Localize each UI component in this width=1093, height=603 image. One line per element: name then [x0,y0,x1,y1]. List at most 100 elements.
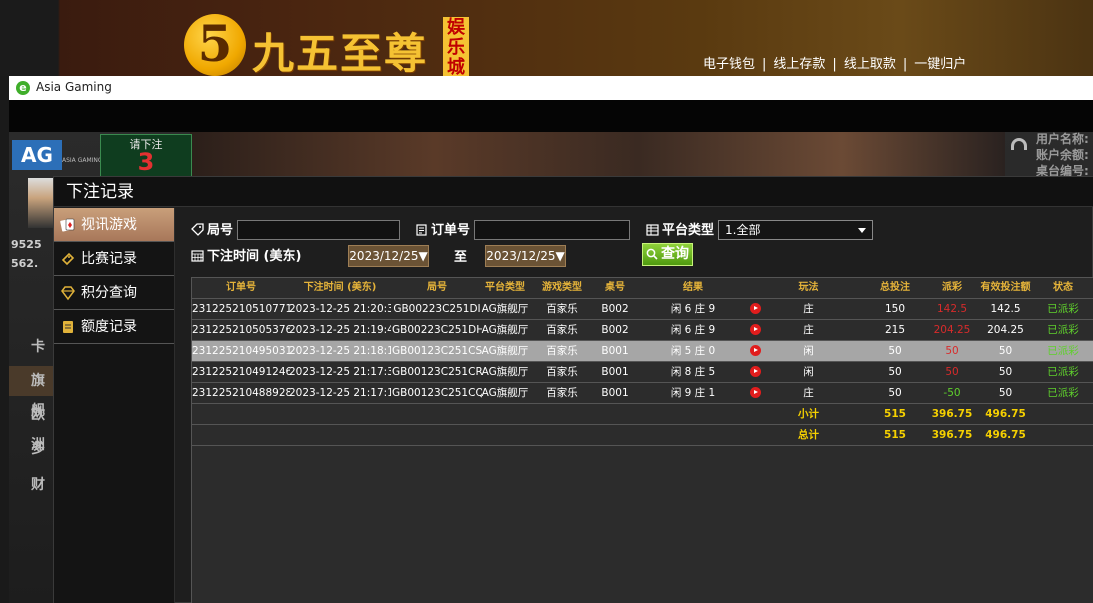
left-tab[interactable]: 卡卡 [9,332,55,385]
column-header: 订单号 [226,282,256,293]
table-row[interactable]: 231225210488928 2023-12-25 21:17:14 GB0012… [192,383,1093,404]
column-header: 有效投注额 [980,282,1031,293]
window-header-strip [9,100,1093,132]
cell-result: 闲 9 庄 1 [670,387,716,399]
play-video-icon[interactable] [749,366,761,377]
cell-order-number: 231225210505376 [192,324,290,336]
nav-separator: | [902,57,908,72]
date-to-picker[interactable]: 2023/12/25▼ [485,245,566,267]
cell-order-number: 231225210491246 [192,366,290,378]
cell-game-type: 百家乐 [546,303,578,315]
play-video-icon[interactable] [749,324,761,335]
countdown-number: 3 [137,148,155,176]
menu-item-video-games[interactable]: 视讯游戏 [54,208,174,242]
browser-icon: e [16,81,30,95]
cell-replay[interactable] [740,320,770,340]
account-balance-label: 账户余额: [1036,148,1089,162]
table-row[interactable]: 231225210505376 2023-12-25 21:19:46 GB0022… [192,320,1093,341]
nav-link-deposit[interactable]: 线上存款 [773,57,825,72]
play-video-icon[interactable] [749,345,761,356]
platform-filter-label: 平台类型 [646,219,714,238]
subtotal-label: 小计 [798,408,819,420]
document-icon [63,321,73,333]
column-header: 状态 [1053,282,1073,293]
menu-item-match-records[interactable]: 比赛记录 [54,242,174,276]
cell-game-type: 百家乐 [546,387,578,399]
cell-valid-bet: 204.25 [987,324,1024,336]
left-tab[interactable]: 旗舰 [9,366,55,419]
cell-result: 闲 5 庄 0 [670,345,716,357]
ag-logo: AG [12,140,62,170]
avatar [28,178,56,228]
nav-link-consolidate[interactable]: 一键归户 [914,57,966,72]
ag-logo-subtitle: ASIA GAMING [62,157,103,164]
cell-table-number: B001 [601,345,629,357]
menu-item-label: 积分查询 [81,285,137,301]
subtotal-row: 小计 515 396.75 496.75 [192,404,1093,425]
table-row[interactable]: 231225210491246 2023-12-25 21:17:39 GB0012… [192,362,1093,383]
cell-replay[interactable] [740,383,770,403]
cell-valid-bet: 50 [998,387,1013,399]
play-video-icon[interactable] [749,303,761,314]
cell-replay[interactable] [740,299,770,319]
cell-platform: AG旗舰厅 [481,303,529,315]
cell-replay[interactable] [740,362,770,382]
round-label-text: 局号 [207,223,234,238]
cell-table-number: B001 [601,387,629,399]
time-label-text: 下注时间 (美东) [207,249,302,264]
nav-link-withdraw[interactable]: 线上取款 [844,57,896,72]
cell-game-type: 百家乐 [546,324,578,336]
cell-table-number: B002 [601,303,629,315]
cell-bet-time: 2023-12-25 21:20:30 [289,303,391,315]
column-header: 局号 [427,282,447,293]
menu-item-label: 比赛记录 [81,251,137,267]
left-tab[interactable]: 欧洲 [9,400,55,453]
cell-valid-bet: 50 [998,345,1013,357]
date-range-to-label: 至 [454,250,468,265]
cell-round-number: GB00123C251CQ [392,387,482,399]
cell-bet-time: 2023-12-25 21:17:39 [289,366,391,378]
cell-result: 闲 8 庄 5 [670,366,716,378]
records-side-menu: 视讯游戏 比赛记录 积分查询 额度记录 [54,208,175,603]
user-info: 用户名称: 账户余额: 桌台编号: [1036,131,1089,179]
nav-link-wallet[interactable]: 电子钱包 [703,57,755,72]
query-button[interactable]: 查询 [642,243,693,266]
logo-text: 九五至尊 [252,29,429,78]
screen: { "banner": { "logo_glyph": "5", "logo_t… [0,0,1093,603]
nav-separator: | [762,57,767,72]
wifi-icon [1011,138,1027,150]
cell-play-type: 庄 [803,387,814,399]
nav-separator: | [832,57,837,72]
cell-valid-bet: 50 [998,366,1013,378]
balance-value: 562. [11,257,39,270]
chevron-down-icon [858,228,866,233]
cell-round-number: GB00223C251DI [393,303,481,315]
cell-replay[interactable] [740,341,770,361]
order-number-input[interactable] [474,220,630,240]
left-tab[interactable]: 多 [9,434,55,464]
order-filter-label: 订单号 [415,219,470,238]
subtotal-valid-bet: 496.75 [985,408,1026,420]
cell-play-type: 闲 [803,366,814,378]
modal-title: 下注记录 [54,177,1093,207]
cell-order-number: 231225210488928 [192,387,290,399]
play-video-icon[interactable] [749,387,761,398]
column-header: 结果 [683,282,703,293]
menu-item-points-query[interactable]: 积分查询 [54,276,174,310]
platform-type-select[interactable]: 1.全部 [718,220,873,240]
total-label: 总计 [798,429,819,441]
left-tab[interactable]: 财 [9,470,55,500]
table-row[interactable]: 231225210510771 2023-12-25 21:20:30 GB0022… [192,299,1093,320]
table-row[interactable]: 231225210495031 2023-12-25 21:18:13 GB0012… [192,341,1093,362]
menu-item-credit-records[interactable]: 额度记录 [54,310,174,344]
column-header: 下注时间 (美东) [303,282,377,293]
date-from-picker[interactable]: 2023/12/25▼ [348,245,429,267]
cell-order-number: 231225210495031 [192,345,290,357]
cell-platform: AG旗舰厅 [481,366,529,378]
cell-bet-time: 2023-12-25 21:19:46 [289,324,391,336]
dealer-scene [190,132,1005,178]
round-number-input[interactable] [237,220,400,240]
table-header: 订单号 下注时间 (美东) 局号 平台类型 游戏类型 桌号 结果 玩法 总投注 派彩 有效投注额 状态 [192,278,1093,299]
cell-game-type: 百家乐 [546,366,578,378]
total-row: 总计 515 396.75 496.75 [192,425,1093,446]
